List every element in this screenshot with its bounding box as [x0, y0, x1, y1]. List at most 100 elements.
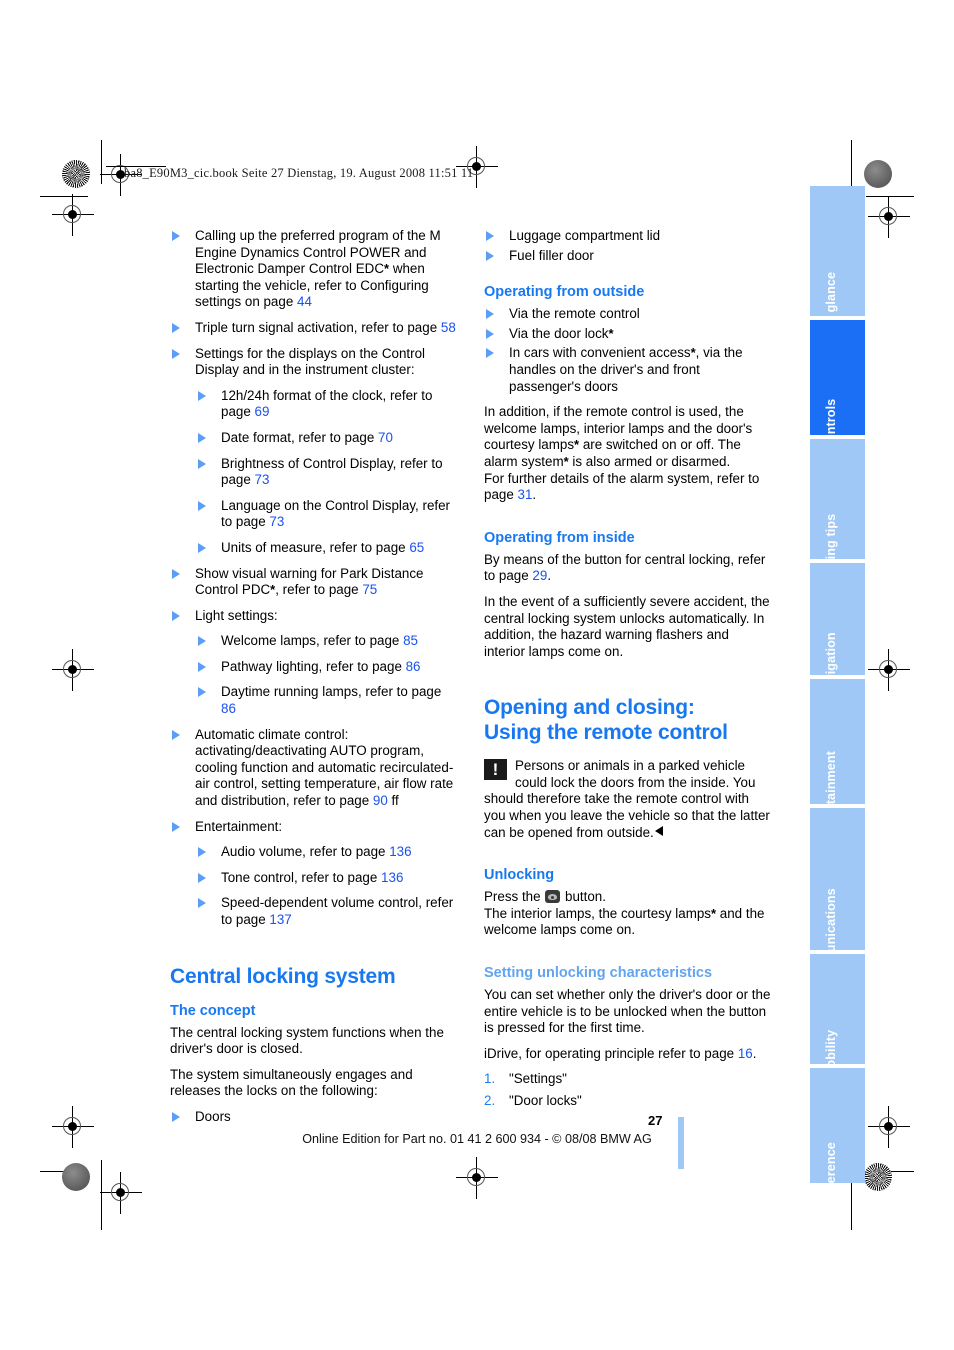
concept-paragraph-2: The system simultaneously engages and re… — [170, 1066, 413, 1099]
warning-triangle-icon: ! — [484, 759, 507, 781]
text-run: The interior lamps, the courtesy lamps — [484, 905, 711, 921]
registration-rosette-bottom-right — [864, 1163, 892, 1191]
list-item-label: Speed-dependent volume control, refer to… — [221, 895, 453, 927]
registration-rosette-top-right — [864, 160, 892, 188]
sidebar-tab-label: Driving tips — [823, 513, 838, 559]
sidebar-tab-navigation[interactable]: Navigation — [810, 563, 865, 675]
outside-bullet-list: Via the remote control Via the door lock*… — [484, 306, 773, 395]
optional-equipment-asterisk: * — [608, 325, 614, 341]
sidebar-tab-at-a-glance[interactable]: At a glance — [810, 186, 865, 316]
warning-exclamation-glyph: ! — [492, 760, 499, 780]
page-reference: 86 — [405, 658, 421, 674]
list-item: In cars with convenient access*, via the… — [484, 345, 773, 395]
bullet-triangle-icon — [198, 432, 206, 443]
page-reference: 75 — [362, 582, 378, 598]
list-item-label: Luggage compartment lid — [509, 228, 661, 243]
text-run: . — [547, 568, 552, 584]
page-reference: 136 — [389, 844, 412, 860]
sidebar-tab-driving-tips[interactable]: Driving tips — [810, 439, 865, 559]
text-run: is also armed or disarmed. — [568, 453, 731, 469]
right-spacer-1 — [484, 267, 773, 283]
sidebar-tab-mobility[interactable]: Mobility — [810, 954, 865, 1064]
list-item-label: 12h/24h format of the clock, refer to pa… — [221, 388, 432, 420]
text-run: button. — [561, 889, 606, 905]
text-run: , refer to page — [275, 582, 363, 598]
registration-crosshair-bottom-left — [100, 1172, 142, 1214]
text-run: Units of measure, refer to page — [221, 539, 410, 555]
text-run: Via the door lock — [509, 325, 609, 341]
list-item: Automatic climate control: activating/de… — [170, 727, 459, 810]
page-reference: 137 — [269, 912, 292, 927]
text-run: Date format, refer to page — [221, 429, 379, 445]
text-run: By means of the button for central locki… — [484, 551, 766, 584]
subheading-setting-unlocking-characteristics: Setting unlocking characteristics — [484, 965, 713, 982]
text-run: . — [752, 1045, 757, 1061]
subheading-operating-from-outside: Operating from outside — [484, 284, 645, 301]
list-item: Entertainment: — [170, 819, 459, 836]
text-run: Welcome lamps, refer to page — [221, 633, 404, 649]
unlocking-press-button-line: Press the button. — [484, 889, 773, 906]
bullet-triangle-icon — [172, 1111, 180, 1122]
text-run: Press the — [484, 889, 545, 905]
right-top-bullet-list: Luggage compartment lid Fuel filler door — [484, 228, 773, 264]
list-item: Audio volume, refer to page 136 — [196, 844, 459, 861]
page-reference: 73 — [269, 514, 285, 530]
setting-paragraph-2: iDrive, for operating principle refer to… — [484, 1046, 773, 1063]
sidebar-tab-entertainment[interactable]: Entertainment — [810, 679, 865, 804]
list-item-label: Pathway lighting, refer to page 86 — [221, 659, 421, 674]
crop-line-top-right-v — [851, 140, 852, 186]
list-item: Tone control, refer to page 136 — [196, 870, 459, 887]
concept-paragraph-1: The central locking system functions whe… — [170, 1024, 444, 1057]
list-item-label: Daytime running lamps, refer to page 86 — [221, 684, 441, 716]
list-item: 12h/24h format of the clock, refer to pa… — [196, 388, 459, 421]
crop-line-bottom-left-v — [101, 1160, 102, 1230]
setting-steps-list: 1. "Settings" 2. "Door locks" — [484, 1071, 773, 1109]
bullet-triangle-icon — [198, 542, 206, 553]
sidebar-tab-controls[interactable]: Controls — [810, 320, 865, 435]
list-item-label: Show visual warning for Park Distance Co… — [195, 566, 423, 598]
sidebar-tab-label: Reference — [823, 1142, 838, 1183]
text-run: Triple turn signal activation, refer to … — [195, 319, 441, 335]
left-column-spacer — [170, 938, 459, 964]
bullet-triangle-icon — [172, 348, 180, 359]
subheading-operating-from-inside: Operating from inside — [484, 529, 635, 546]
sidebar-tab-label: Navigation — [823, 632, 838, 675]
concept-bullet-label: Doors — [195, 1108, 231, 1124]
sidebar-tab-label: Communications — [823, 888, 838, 950]
outside-paragraph-2: For further details of the alarm system,… — [484, 471, 773, 504]
crop-line-right-top-h — [866, 196, 914, 197]
list-item: Light settings: — [170, 608, 459, 625]
page-reference: 44 — [297, 294, 312, 310]
page-reference: 16 — [737, 1045, 753, 1061]
warning-block: ! Persons or animals in a parked vehicle… — [484, 758, 773, 841]
section-title-opening-closing: Opening and closing: Using the remote co… — [484, 695, 773, 745]
list-item-label: Date format, refer to page 70 — [221, 430, 393, 445]
list-item: Triple turn signal activation, refer to … — [170, 320, 459, 337]
subheading-unlocking: Unlocking — [484, 867, 555, 884]
crop-line-left-top-h — [40, 196, 88, 197]
warning-end-marker-icon — [654, 825, 663, 836]
bullet-triangle-icon — [172, 729, 180, 740]
list-item-label: Fuel filler door — [509, 247, 594, 263]
step-number: 2. — [484, 1093, 496, 1108]
sidebar-tab-reference[interactable]: Reference — [810, 1068, 865, 1183]
text-run: iDrive, for operating principle refer to… — [484, 1045, 738, 1061]
step-label: "Settings" — [509, 1071, 567, 1087]
bullet-triangle-icon — [172, 610, 180, 621]
bullet-triangle-icon — [198, 847, 206, 858]
text-run: Tone control, refer to page — [221, 869, 382, 885]
text-run: Entertainment: — [195, 818, 283, 834]
page-reference: 90 — [372, 793, 388, 809]
bullet-triangle-icon — [486, 328, 494, 339]
unlocking-paragraph-2: The interior lamps, the courtesy lamps* … — [484, 906, 773, 939]
text-run: 12h/24h format of the clock, refer to pa… — [221, 387, 433, 420]
right-spacer-2 — [484, 513, 773, 529]
section-title-line-1: Opening and closing: — [484, 696, 695, 720]
list-item-label: Entertainment: — [195, 819, 282, 834]
bullet-triangle-icon — [198, 458, 206, 469]
setting-paragraph-1: You can set whether only the driver's do… — [484, 987, 771, 1036]
text-run: ff — [387, 793, 399, 809]
page-number: 27 — [648, 1113, 663, 1128]
sidebar-tab-communications[interactable]: Communications — [810, 808, 865, 950]
list-item-label: In cars with convenient access*, via the… — [509, 345, 743, 393]
